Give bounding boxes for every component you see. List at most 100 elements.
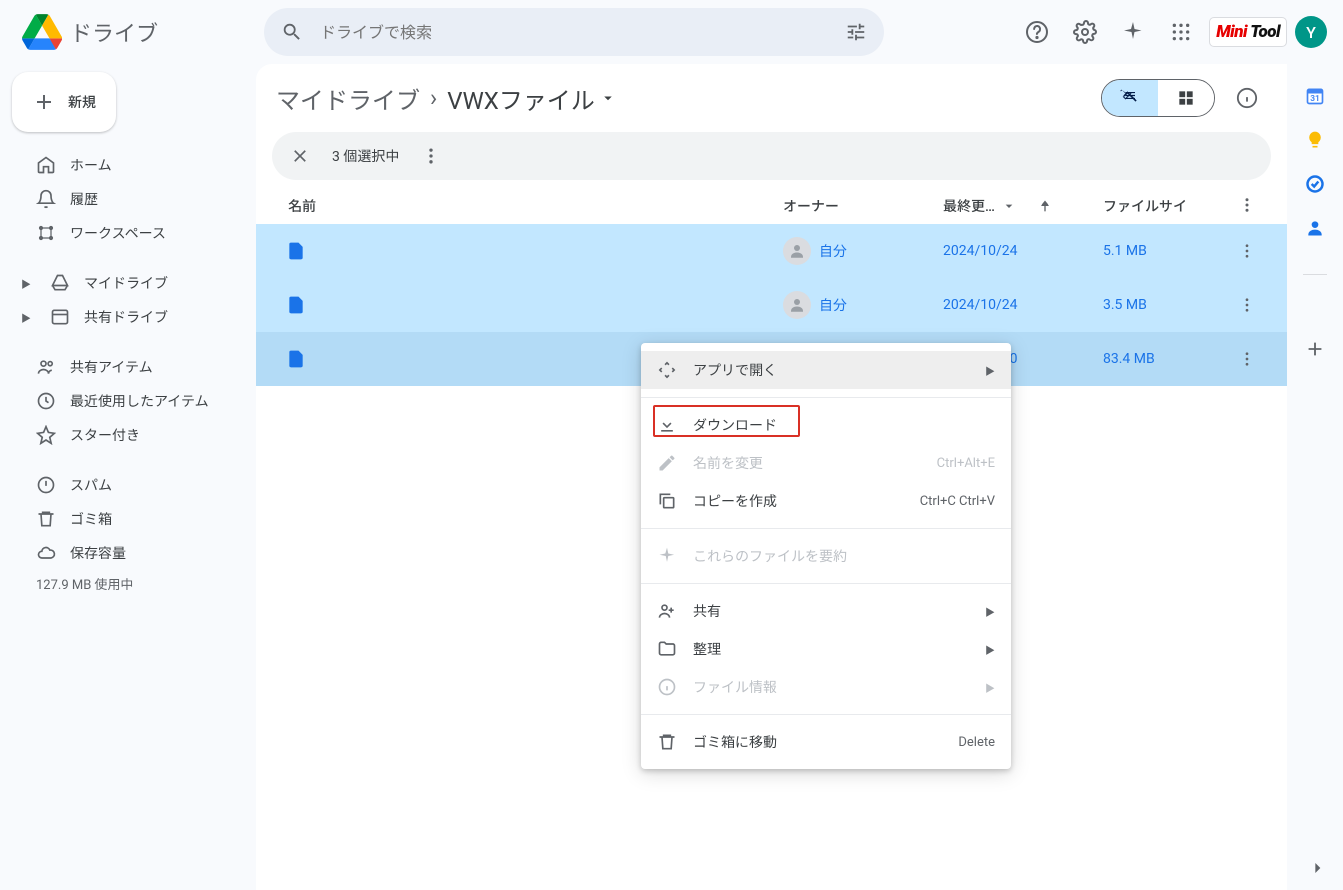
settings-icon[interactable] (1065, 12, 1105, 52)
contacts-icon[interactable] (1305, 218, 1325, 238)
selection-bar: 3 個選択中 (272, 132, 1271, 180)
home-icon (36, 155, 56, 175)
copy-icon (657, 491, 677, 511)
col-owner[interactable]: オーナー (783, 196, 943, 216)
new-button-label: 新規 (68, 92, 96, 112)
sidebar-item-workspaces[interactable]: ワークスペース (12, 216, 244, 250)
row-owner: 自分 (783, 291, 943, 319)
row-size: 3.5 MB (1103, 297, 1223, 313)
minitool-badge[interactable]: Mini Tool (1209, 17, 1287, 47)
drive-icon (50, 273, 70, 293)
apps-icon[interactable] (1161, 12, 1201, 52)
gemini-icon[interactable] (1113, 12, 1153, 52)
row-date: 2024/10/24 (943, 243, 1103, 259)
view-toggle (1101, 79, 1215, 117)
download-icon (657, 415, 677, 435)
file-icon (272, 349, 320, 369)
drive-logo-icon (22, 12, 62, 52)
main-panel: マイドライブ › VWXファイル 3 個選択中 名前 オー (256, 64, 1287, 890)
menu-move-to-trash[interactable]: ゴミ箱に移動 Delete (641, 723, 1011, 761)
sidebar-item-home[interactable]: ホーム (12, 148, 244, 182)
avatar[interactable]: Y (1295, 16, 1327, 48)
breadcrumb-row: マイドライブ › VWXファイル (256, 64, 1287, 132)
workspace-icon (36, 223, 56, 243)
list-view-button[interactable] (1102, 80, 1158, 116)
trash-icon (657, 732, 677, 752)
context-menu: アプリで開く ▶ ダウンロード 名前を変更 Ctrl+Alt+E コピーを作成 … (641, 343, 1011, 769)
sidebar-item-shared-drives[interactable]: ▶共有ドライブ (12, 300, 244, 334)
menu-download[interactable]: ダウンロード (641, 406, 1011, 444)
folder-icon (657, 639, 677, 659)
details-icon[interactable] (1227, 78, 1267, 118)
sort-up-icon (1037, 198, 1053, 214)
people-icon (36, 357, 56, 377)
sidebar-item-storage[interactable]: 保存容量 (12, 536, 244, 570)
row-size: 5.1 MB (1103, 243, 1223, 259)
file-icon (272, 241, 320, 261)
col-menu-button[interactable] (1223, 196, 1271, 216)
sparkle-icon (657, 546, 677, 566)
row-date: 2024/10/24 (943, 297, 1103, 313)
share-icon (657, 601, 677, 621)
header: ドライブ Mini Tool Y (0, 0, 1343, 64)
chevron-right-icon: ▶ (985, 604, 995, 619)
chevron-right-icon: ▶ (985, 363, 995, 378)
add-on-button[interactable] (1295, 329, 1335, 369)
table-row[interactable]: 自分 2024/10/24 3.5 MB (256, 278, 1287, 332)
bell-icon (36, 189, 56, 209)
menu-open-with[interactable]: アプリで開く ▶ (641, 351, 1011, 389)
collapse-panel-button[interactable] (1307, 858, 1327, 878)
col-modified[interactable]: 最終更… (943, 196, 1103, 216)
search-input[interactable] (312, 23, 836, 42)
chevron-right-icon: › (430, 84, 437, 112)
rename-icon (657, 453, 677, 473)
sidebar-item-recent[interactable]: 最近使用したアイテム (12, 384, 244, 418)
clear-selection-button[interactable] (280, 136, 320, 176)
breadcrumb: マイドライブ › VWXファイル (276, 81, 617, 116)
sidebar-item-activity[interactable]: 履歴 (12, 182, 244, 216)
menu-share[interactable]: 共有 ▶ (641, 592, 1011, 630)
menu-organize[interactable]: 整理 ▶ (641, 630, 1011, 668)
search-options-icon[interactable] (836, 12, 876, 52)
sidebar-item-mydrive[interactable]: ▶マイドライブ (12, 266, 244, 300)
keep-icon[interactable] (1305, 130, 1325, 150)
cloud-icon (36, 543, 56, 563)
clock-icon (36, 391, 56, 411)
app-name: ドライブ (70, 16, 158, 48)
sidebar-item-shared-with-me[interactable]: 共有アイテム (12, 350, 244, 384)
file-icon (272, 295, 320, 315)
row-menu-button[interactable] (1223, 242, 1271, 260)
row-menu-button[interactable] (1223, 350, 1271, 368)
search-icon[interactable] (272, 12, 312, 52)
dropdown-icon (1001, 198, 1017, 214)
breadcrumb-root[interactable]: マイドライブ (276, 81, 420, 116)
tasks-icon[interactable] (1305, 174, 1325, 194)
col-size[interactable]: ファイルサイ (1103, 196, 1223, 216)
selection-count: 3 個選択中 (332, 146, 399, 166)
menu-copy[interactable]: コピーを作成 Ctrl+C Ctrl+V (641, 482, 1011, 520)
logo-section[interactable]: ドライブ (8, 12, 256, 52)
menu-rename: 名前を変更 Ctrl+Alt+E (641, 444, 1011, 482)
row-menu-button[interactable] (1223, 296, 1271, 314)
sidebar-item-spam[interactable]: スパム (12, 468, 244, 502)
sidebar-item-starred[interactable]: スター付き (12, 418, 244, 452)
chevron-right-icon: ▶ (985, 680, 995, 695)
sidebar-item-trash[interactable]: ゴミ箱 (12, 502, 244, 536)
spam-icon (36, 475, 56, 495)
breadcrumb-current[interactable]: VWXファイル (447, 81, 617, 116)
plus-icon (32, 90, 56, 114)
help-icon[interactable] (1017, 12, 1057, 52)
table-row[interactable]: 自分 2024/10/24 5.1 MB (256, 224, 1287, 278)
new-button[interactable]: 新規 (12, 72, 116, 132)
header-right: Mini Tool Y (892, 12, 1335, 52)
chevron-right-icon: ▶ (985, 642, 995, 657)
info-icon (657, 677, 677, 697)
col-name[interactable]: 名前 (272, 196, 783, 216)
grid-view-button[interactable] (1158, 80, 1214, 116)
calendar-icon[interactable]: 31 (1305, 86, 1325, 106)
row-size: 83.4 MB (1103, 351, 1223, 367)
menu-summarize: これらのファイルを要約 (641, 537, 1011, 575)
svg-text:31: 31 (1310, 94, 1320, 104)
open-with-icon (657, 360, 677, 380)
selection-more-button[interactable] (411, 136, 451, 176)
